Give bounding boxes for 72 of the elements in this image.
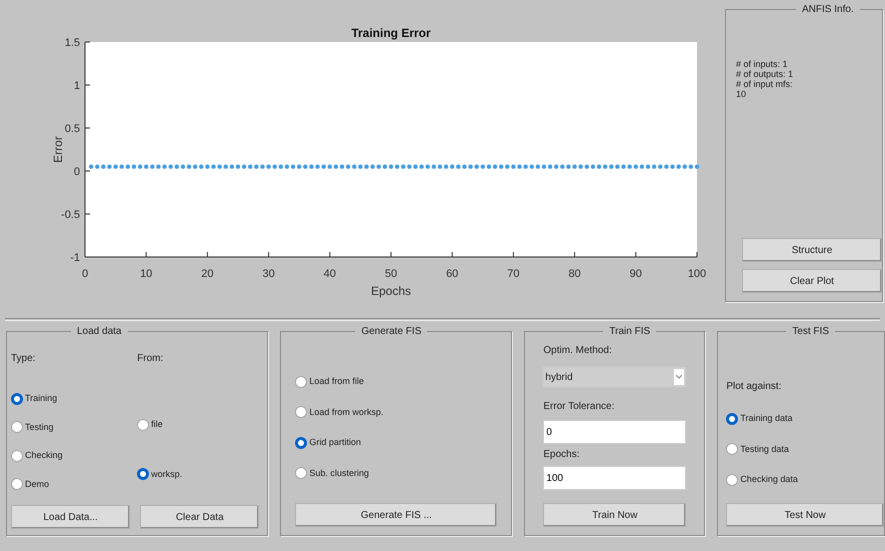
radio-label: Testing xyxy=(25,420,54,434)
info-text: # of inputs: 1 xyxy=(736,59,789,69)
push-button[interactable]: Test Now xyxy=(726,503,884,527)
radio-button[interactable] xyxy=(295,436,308,449)
group-title: Load data xyxy=(76,325,122,339)
radio-button[interactable] xyxy=(295,467,308,480)
tolerance-field[interactable]: 0 xyxy=(543,420,686,444)
radio-label: Load from file xyxy=(309,375,364,388)
radio-button[interactable] xyxy=(726,474,738,486)
from-label: From: xyxy=(137,352,164,366)
radio-button[interactable] xyxy=(137,418,150,431)
x-tick-label: 10 xyxy=(140,268,152,280)
radio-label: Checking data xyxy=(740,473,798,486)
info-text: 10 xyxy=(736,89,748,99)
radio-button[interactable] xyxy=(11,450,23,462)
type-label: Type: xyxy=(11,352,36,366)
push-button[interactable]: Train Now xyxy=(543,503,686,527)
group-title: ANFIS Info. xyxy=(801,3,855,17)
info-text: # of input mfs: xyxy=(736,79,794,89)
group-title: Test FIS xyxy=(791,325,830,339)
radio-button[interactable] xyxy=(11,392,23,405)
radio-button[interactable] xyxy=(11,478,23,490)
method-dropdown[interactable]: hybrid xyxy=(543,367,686,387)
y-tick-label: 0.5 xyxy=(64,123,80,135)
x-tick-label: 0 xyxy=(82,268,88,280)
radio-label: worksp. xyxy=(151,468,182,481)
chevron-down-icon xyxy=(676,375,682,379)
y-tick-label: -0.5 xyxy=(61,209,80,221)
radio-button[interactable] xyxy=(726,443,738,456)
radio-label: Load from worksp. xyxy=(309,406,384,419)
x-tick-label: 80 xyxy=(568,268,581,280)
radio-button[interactable] xyxy=(295,406,308,418)
y-axis-label: Error xyxy=(51,136,65,163)
radio-button[interactable] xyxy=(726,412,738,425)
radio-button[interactable] xyxy=(11,421,23,434)
radio-label: Demo xyxy=(25,478,50,490)
y-tick-label: 0 xyxy=(74,166,80,178)
radio-label: Training xyxy=(25,392,58,405)
group-title: Train FIS xyxy=(608,325,652,339)
radio-label: file xyxy=(151,418,163,431)
method-label: Optim. Method: xyxy=(543,344,613,358)
x-tick-label: 100 xyxy=(688,268,706,280)
radio-label: Checking xyxy=(25,449,63,462)
epochs-label: Epochs: xyxy=(543,448,581,462)
radio-button[interactable] xyxy=(295,376,308,388)
push-button[interactable]: Clear Plot xyxy=(742,269,882,293)
push-button[interactable]: Structure xyxy=(742,238,882,262)
y-tick-label: -1 xyxy=(70,252,80,264)
x-tick-label: 50 xyxy=(384,268,398,280)
radio-label: Sub. clustering xyxy=(309,466,369,480)
info-text: # of outputs: 1 xyxy=(736,69,794,79)
x-tick-label: 60 xyxy=(446,268,458,280)
group-title: Generate FIS xyxy=(360,325,422,339)
plot-against-label: Plot against: xyxy=(726,380,782,394)
radio-label: Training data xyxy=(740,412,793,425)
epochs-field[interactable]: 100 xyxy=(543,466,686,490)
y-tick-label: 1 xyxy=(74,80,80,92)
push-button[interactable]: Generate FIS ... xyxy=(295,503,498,527)
radio-button[interactable] xyxy=(137,468,150,480)
x-tick-label: 30 xyxy=(262,268,275,280)
x-tick-label: 40 xyxy=(324,268,336,280)
x-tick-label: 90 xyxy=(630,268,642,280)
x-tick-label: 70 xyxy=(507,268,520,280)
radio-label: Testing data xyxy=(740,442,789,456)
tolerance-label: Error Tolerance: xyxy=(543,400,616,414)
x-tick-label: 20 xyxy=(201,268,214,280)
x-axis-label: Epochs xyxy=(370,284,412,298)
chart-title: Training Error xyxy=(351,26,431,40)
radio-label: Grid partition xyxy=(309,436,361,449)
push-button[interactable]: Clear Data xyxy=(140,505,260,529)
push-button[interactable]: Load Data... xyxy=(11,505,130,529)
y-tick-label: 1.5 xyxy=(64,37,80,49)
